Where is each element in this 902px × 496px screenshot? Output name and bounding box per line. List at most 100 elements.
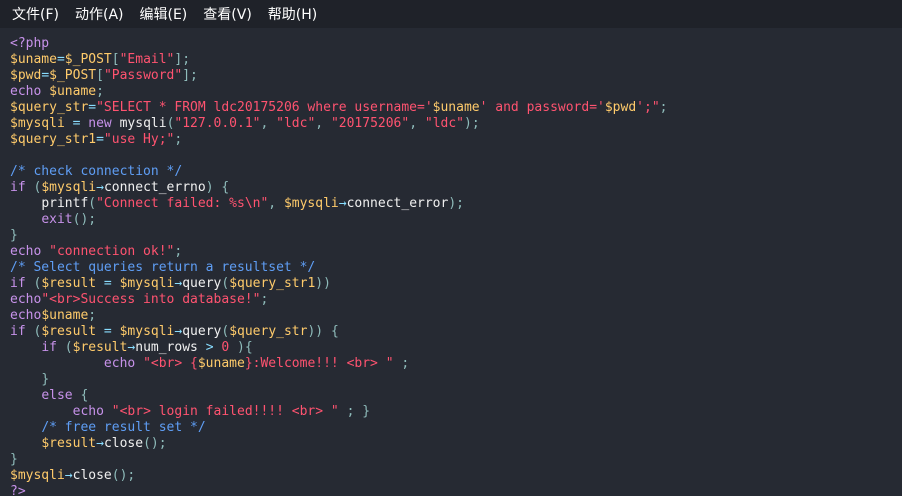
code-token: "ldc" — [276, 116, 316, 131]
code-token: $result — [41, 276, 97, 291]
code-token: "127.0.0.1" — [174, 116, 261, 131]
code-line: echo$uname; — [10, 308, 890, 324]
code-token: num_rows — [135, 340, 198, 355]
code-token: if — [10, 180, 34, 195]
code-token: $mysqli — [10, 468, 65, 483]
code-token: connect_error — [346, 196, 449, 211]
code-token: → — [96, 436, 104, 451]
code-line: $query_str1="use Hy;"; — [10, 132, 890, 148]
code-token: close — [103, 436, 144, 451]
code-token: echo — [10, 308, 42, 323]
code-line: } — [10, 228, 890, 244]
code-token: $mysqli — [41, 180, 97, 195]
code-token: → — [96, 180, 104, 195]
code-line: } — [10, 372, 890, 388]
code-token: ){ — [229, 340, 253, 355]
code-token: $query_str — [229, 324, 308, 339]
code-token: ( — [221, 276, 230, 291]
code-token: = — [96, 132, 104, 147]
code-token: ); — [464, 116, 480, 131]
code-token: "<br>Success into database!" — [41, 292, 261, 307]
code-token: { — [80, 388, 89, 403]
code-token: ); — [448, 196, 464, 211]
code-line: $mysqli = new mysqli("127.0.0.1", "ldc",… — [10, 116, 890, 132]
code-token: } — [10, 452, 18, 467]
code-token: = — [64, 116, 89, 131]
code-line: echo "<br> login failed!!!! <br> " ; } — [10, 404, 890, 420]
code-token: = — [41, 68, 50, 83]
code-token: (); — [143, 436, 167, 451]
code-line: exit(); — [10, 212, 890, 228]
menu-file[interactable]: 文件(F) — [4, 0, 67, 28]
code-token: echo — [10, 292, 42, 307]
code-line: <?php — [10, 36, 890, 52]
code-token: $query_str1 — [10, 132, 97, 147]
menu-view[interactable]: 查看(V) — [195, 0, 260, 28]
code-token: if — [10, 276, 34, 291]
code-token: "use Hy;" — [103, 132, 175, 147]
code-token: echo — [10, 84, 50, 99]
code-token: ; — [659, 100, 668, 115]
code-token: "connection ok!" — [49, 244, 175, 259]
code-token: /* Select queries return a resultset */ — [10, 260, 316, 275]
code-line: /* free result set */ — [10, 420, 890, 436]
code-token: $uname — [432, 100, 480, 115]
code-token: $result — [72, 340, 128, 355]
code-token: $mysqli — [10, 116, 65, 131]
menu-action[interactable]: 动作(A) — [67, 0, 132, 28]
code-token: = — [56, 52, 65, 67]
code-token: "Password" — [103, 68, 183, 83]
code-token: if — [41, 340, 65, 355]
code-token: $_POST — [49, 68, 97, 83]
code-line: printf("Connect failed: %s\n", $mysqli→c… — [10, 196, 890, 212]
code-token: query — [182, 324, 222, 339]
code-token: "20175206" — [330, 116, 410, 131]
code-line: echo "connection ok!"; — [10, 244, 890, 260]
code-token: $query_str1 — [229, 276, 316, 291]
code-token: } — [10, 228, 18, 243]
code-token: (); — [72, 212, 97, 227]
code-token: $mysqli — [119, 324, 175, 339]
code-token: $mysqli — [119, 276, 175, 291]
code-token: ?> — [10, 484, 26, 496]
code-token: exit — [41, 212, 73, 227]
code-token: } — [41, 372, 50, 387]
code-token: ; — [174, 132, 183, 147]
code-token: new — [88, 116, 120, 131]
code-token: , — [315, 116, 331, 131]
code-token: $pwd — [10, 68, 42, 83]
code-token: connect_errno — [103, 180, 206, 195]
code-token: ' and password=' — [479, 100, 605, 115]
menu-edit[interactable]: 编辑(E) — [132, 0, 196, 28]
code-token: echo — [10, 244, 50, 259]
code-token: (); — [111, 468, 136, 483]
code-token: $uname — [197, 356, 245, 371]
code-token: $_POST — [64, 52, 112, 67]
code-token: , — [268, 196, 284, 211]
code-token: ; — [393, 356, 410, 371]
code-token: ; — [88, 308, 97, 323]
code-token: 0 — [221, 340, 230, 355]
code-token: ( — [64, 340, 73, 355]
code-token: close — [72, 468, 112, 483]
code-line: if ($result→num_rows > 0 ){ — [10, 340, 890, 356]
code-editor[interactable]: <?php $uname=$_POST["Email"]; $pwd=$_POST[… — [10, 36, 890, 496]
code-token: "<br> login failed!!!! <br> " — [111, 404, 339, 419]
code-token: $uname — [10, 52, 57, 67]
menu-help[interactable]: 帮助(H) — [260, 0, 325, 28]
code-token: if — [10, 324, 34, 339]
code-line: if ($mysqli→connect_errno) { — [10, 180, 890, 196]
code-token: ; } — [338, 404, 371, 419]
code-token: mysqli — [119, 116, 167, 131]
code-line: echo"<br>Success into database!"; — [10, 292, 890, 308]
code-token: → — [64, 468, 73, 483]
code-line: $pwd=$_POST["Password"]; — [10, 68, 890, 84]
code-token: printf — [41, 196, 89, 211]
code-token: )) { — [307, 324, 339, 339]
